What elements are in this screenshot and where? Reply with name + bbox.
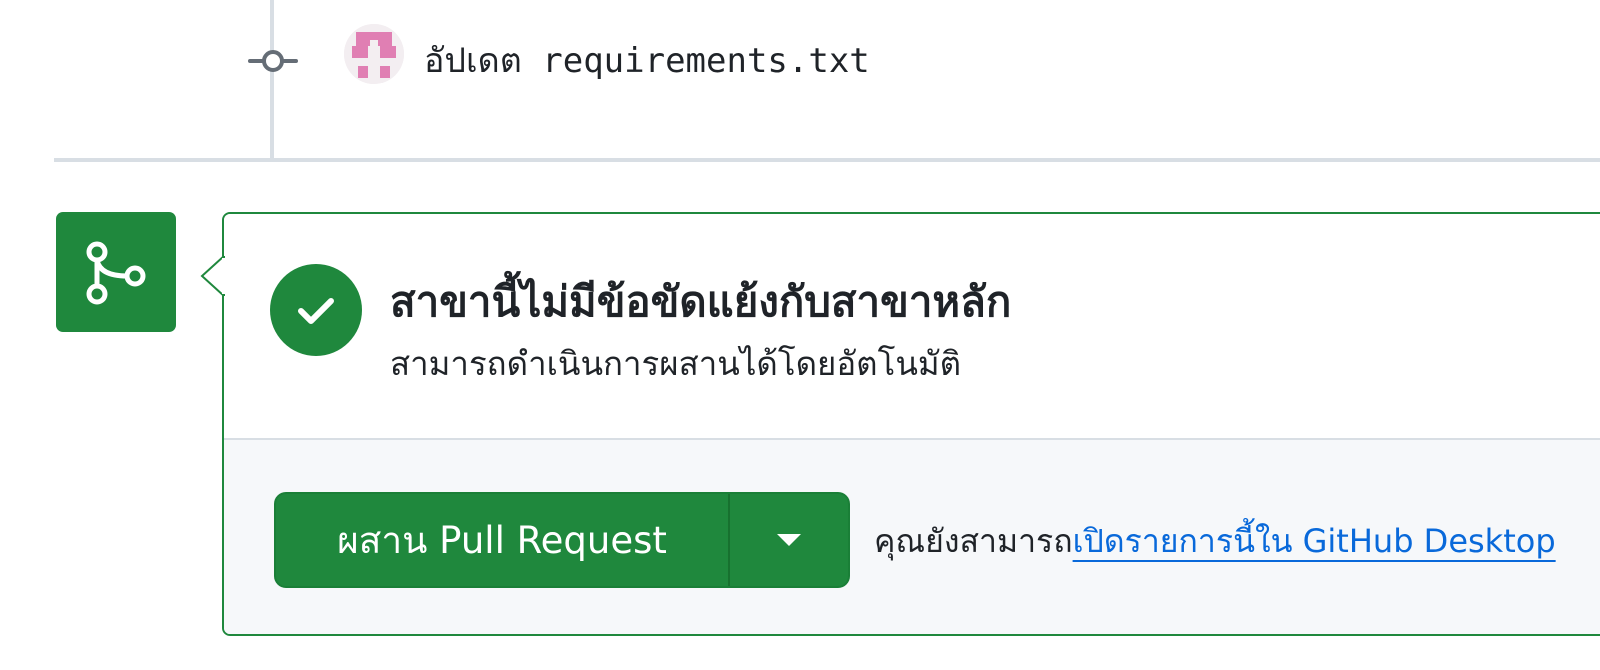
commit-author-avatar[interactable] xyxy=(344,24,404,84)
merge-method-dropdown-button[interactable] xyxy=(730,494,848,586)
open-in-github-desktop-link[interactable]: เปิดรายการนี้ใน GitHub Desktop xyxy=(1073,522,1556,560)
merge-status-title: สาขานี้ไม่มีข้อขัดแย้งกับสาขาหลัก xyxy=(390,277,1012,326)
timeline-line xyxy=(270,0,274,160)
timeline-divider xyxy=(54,158,1600,162)
identicon-avatar xyxy=(344,24,404,84)
merge-button-group: ผสาน Pull Request xyxy=(274,492,850,588)
triangle-down-icon xyxy=(777,534,801,546)
merge-status-box: สาขานี้ไม่มีข้อขัดแย้งกับสาขาหลัก สามารถ… xyxy=(222,212,1600,636)
merge-status-header: สาขานี้ไม่มีข้อขัดแย้งกับสาขาหลัก สามารถ… xyxy=(224,214,1600,438)
git-merge-icon xyxy=(56,212,176,332)
merge-actions-bar: ผสาน Pull Request คุณยังสามารถเปิดรายการ… xyxy=(224,438,1600,634)
merge-pull-request-button[interactable]: ผสาน Pull Request xyxy=(276,494,728,586)
check-icon xyxy=(270,264,362,356)
pull-request-timeline: อัปเดต requirements.txt สาขานี้ไม่มีข้อข… xyxy=(0,0,1600,670)
merge-box-pointer xyxy=(200,253,240,299)
commit-message-link[interactable]: อัปเดต requirements.txt xyxy=(424,38,870,84)
git-commit-icon xyxy=(248,46,298,76)
alternative-open-prefix: คุณยังสามารถ xyxy=(874,522,1073,560)
alternative-open-text: คุณยังสามารถเปิดรายการนี้ใน GitHub Deskt… xyxy=(874,516,1556,566)
merge-status-subtitle: สามารถดำเนินการผสานได้โดยอัตโนมัติ xyxy=(390,344,962,383)
